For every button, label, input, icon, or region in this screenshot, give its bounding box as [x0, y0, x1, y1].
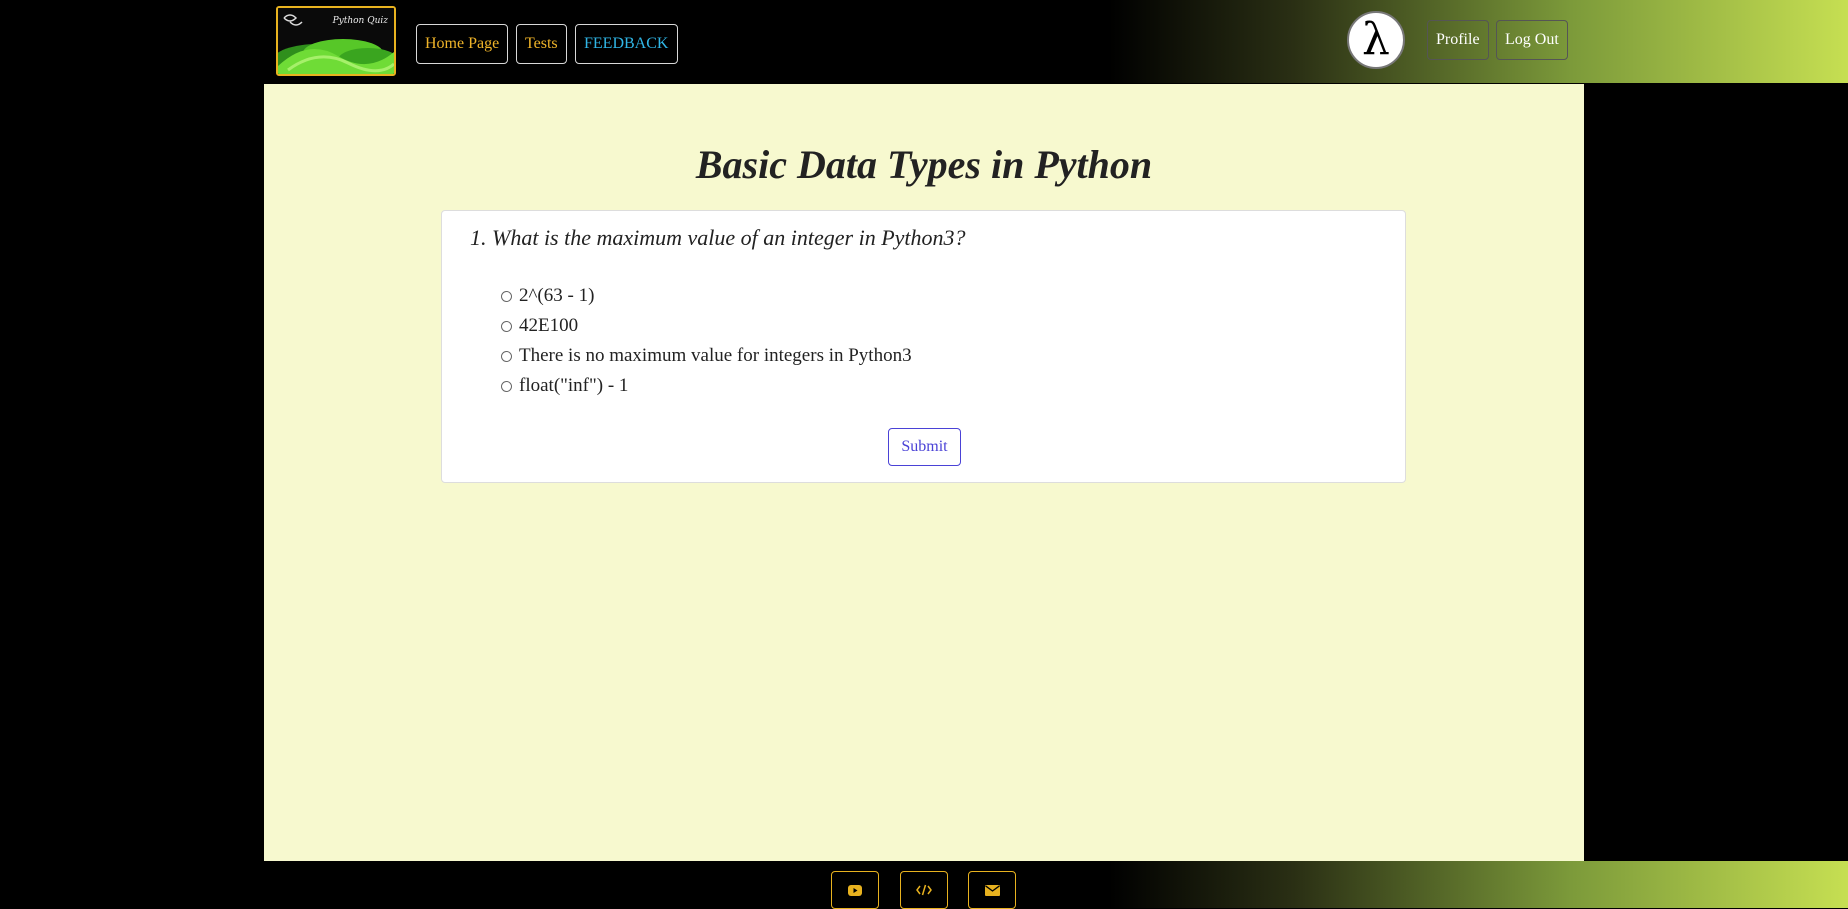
- logo-text: Python Quiz: [332, 16, 388, 26]
- code-icon: [916, 884, 932, 896]
- envelope-icon: [984, 884, 1000, 896]
- answer-option[interactable]: 2^(63 - 1): [501, 281, 594, 311]
- home-page-button[interactable]: Home Page: [416, 24, 508, 64]
- code-button[interactable]: [900, 871, 948, 909]
- submit-button[interactable]: Submit: [888, 428, 961, 466]
- answer-radio[interactable]: [501, 350, 512, 362]
- main-content: Basic Data Types in Python 1. What is th…: [264, 84, 1584, 861]
- answer-radio[interactable]: [501, 290, 512, 302]
- profile-button[interactable]: Profile: [1427, 20, 1489, 60]
- answer-option[interactable]: float("inf") - 1: [501, 371, 628, 401]
- answer-label: 42E100: [519, 315, 579, 336]
- lambda-avatar-icon[interactable]: λ: [1347, 11, 1405, 69]
- answer-option[interactable]: There is no maximum value for integers i…: [501, 341, 912, 371]
- youtube-button[interactable]: [831, 871, 879, 909]
- page-title: Basic Data Types in Python: [695, 142, 1153, 187]
- answer-label: There is no maximum value for integers i…: [519, 345, 912, 366]
- footer-bar: [0, 861, 1848, 909]
- email-button[interactable]: [968, 871, 1016, 909]
- youtube-icon: [848, 884, 862, 896]
- answer-label: 2^(63 - 1): [519, 285, 595, 306]
- question-card: 1. What is the maximum value of an integ…: [441, 210, 1406, 483]
- answer-label: float("inf") - 1: [519, 375, 629, 396]
- answer-radio[interactable]: [501, 320, 512, 332]
- feedback-button[interactable]: FEEDBACK: [575, 24, 678, 64]
- answer-radio[interactable]: [501, 380, 512, 392]
- top-navbar: Python Quiz Home Page Tests FEEDBACK λ P…: [0, 0, 1848, 83]
- question-text: 1. What is the maximum value of an integ…: [470, 225, 966, 250]
- site-logo[interactable]: Python Quiz: [276, 6, 396, 76]
- answer-option[interactable]: 42E100: [501, 311, 578, 341]
- logout-button[interactable]: Log Out: [1496, 20, 1568, 60]
- tests-button[interactable]: Tests: [516, 24, 567, 64]
